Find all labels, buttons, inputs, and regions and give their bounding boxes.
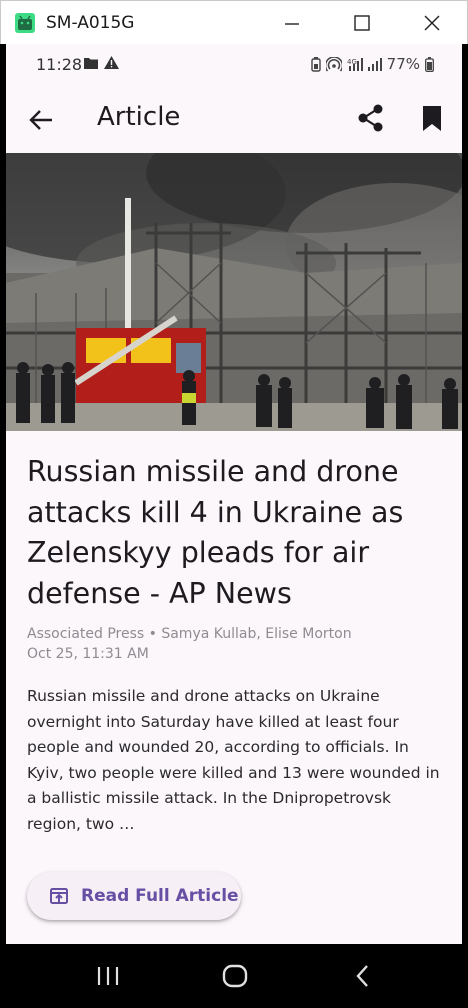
read-full-article-label: Read Full Article — [81, 886, 239, 906]
nav-back-icon[interactable] — [348, 962, 378, 990]
signal-icon — [367, 57, 382, 71]
folder-icon — [84, 58, 98, 69]
status-time: 11:28 — [36, 55, 83, 74]
article-meta: Associated Press • Samya Kullab, Elise M… — [27, 624, 447, 664]
minimize-icon[interactable] — [277, 9, 307, 37]
4g-signal-icon: 4G — [347, 57, 363, 71]
maximize-icon[interactable] — [347, 9, 377, 37]
back-arrow-icon[interactable] — [26, 104, 58, 136]
article-headline: Russian missile and drone attacks kill 4… — [27, 455, 404, 610]
window-titlebar: SM-A015G — [0, 0, 468, 44]
app-screen: 11:28 4G 77% Article Russian missile and… — [6, 44, 462, 944]
close-icon[interactable] — [417, 9, 447, 37]
article-summary: Russian missile and drone attacks on Ukr… — [27, 687, 440, 833]
status-bar: 11:28 4G 77% — [6, 44, 462, 84]
article-byline: Associated Press • Samya Kullab, Elise M… — [27, 626, 352, 642]
warning-icon — [104, 56, 119, 69]
battery-percent: 77% — [386, 55, 420, 73]
window-title: SM-A015G — [46, 13, 135, 33]
svg-text:4G: 4G — [347, 58, 357, 66]
home-icon[interactable] — [220, 962, 250, 990]
hotspot-icon — [325, 56, 342, 71]
battery-saver-icon — [310, 56, 321, 72]
article-date: Oct 25, 11:31 AM — [27, 646, 149, 662]
open-in-app-icon — [50, 888, 68, 904]
page-title: Article — [97, 102, 181, 132]
share-icon[interactable] — [355, 102, 387, 134]
recent-apps-icon[interactable] — [93, 962, 123, 990]
battery-icon — [425, 56, 434, 72]
article-image — [6, 153, 462, 431]
android-nav-bar — [0, 944, 468, 1008]
android-app-icon — [15, 13, 35, 33]
bookmark-icon[interactable] — [416, 102, 448, 134]
app-bar: Article — [6, 88, 462, 152]
read-full-article-button[interactable]: Read Full Article — [27, 872, 241, 920]
